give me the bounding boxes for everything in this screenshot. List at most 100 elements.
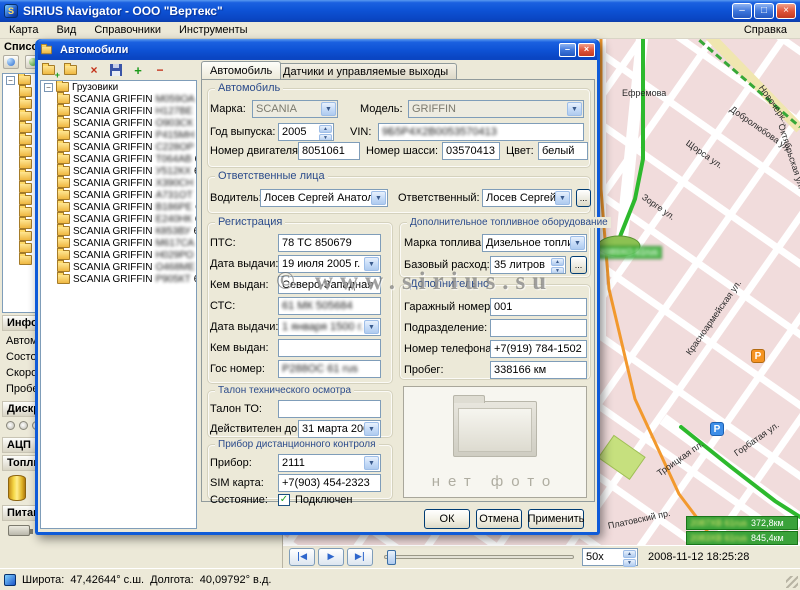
division-field[interactable] — [490, 319, 587, 337]
chevron-down-icon[interactable]: ▼ — [567, 102, 582, 116]
vehicle-distance-badge[interactable]: 2087ХВ 61rus 372,8км — [686, 516, 798, 530]
chevron-down-icon[interactable]: ▼ — [364, 320, 379, 334]
apply-button[interactable]: Применить — [528, 509, 584, 529]
save-button[interactable] — [106, 61, 126, 79]
chevron-down-icon[interactable]: ▼ — [371, 191, 386, 205]
timeline-slider[interactable] — [384, 555, 574, 559]
garage-number-field[interactable]: 001 — [490, 298, 587, 316]
inspection-ticket-field[interactable] — [278, 400, 381, 418]
base-consumption-stepper[interactable]: 35 литров ▲▼ — [490, 256, 566, 274]
vehicle-marker-label[interactable]: Х089ХО 61rus — [595, 246, 662, 259]
open-folder-button[interactable] — [62, 61, 82, 79]
vehicle-tree-item[interactable]: SCANIA GRIFFIN Р905КТ 61rus — [41, 273, 196, 285]
speed-spinner[interactable]: ▲▼ — [623, 550, 636, 564]
delete-button[interactable]: × — [84, 61, 104, 79]
collapse-icon[interactable]: − — [44, 83, 53, 92]
ok-button[interactable]: ОК — [424, 509, 470, 529]
pts-issuer-field[interactable]: Северо-Западная акционерн — [278, 276, 381, 294]
new-group-button[interactable]: + — [40, 61, 60, 79]
cancel-button[interactable]: Отмена — [476, 509, 522, 529]
color-field[interactable]: белый — [538, 142, 588, 160]
year-stepper[interactable]: 2005 ▲▼ — [278, 123, 334, 141]
step-back-icon[interactable]: |◀ — [289, 548, 315, 566]
pts-field[interactable]: 78 ТС 850679 — [278, 234, 381, 252]
folder-icon — [19, 195, 32, 205]
vehicle-distance-badge[interactable]: 2083ХВ 61rus 845,4км — [686, 531, 798, 545]
vin-field[interactable]: 9Б5Р4Х2В0053570413 — [378, 123, 584, 141]
vehicle-tree-item[interactable]: SCANIA GRIFFIN Т064АВ 61rus — [41, 153, 196, 165]
chevron-down-icon[interactable]: ▼ — [364, 422, 379, 436]
mileage-field[interactable]: 338166 км — [490, 361, 587, 379]
resize-grip[interactable] — [786, 576, 798, 588]
tab-sensors[interactable]: Датчики и управляемые выходы — [274, 63, 457, 79]
consumption-more-button[interactable]: ... — [570, 256, 587, 274]
chevron-down-icon[interactable]: ▼ — [364, 257, 379, 271]
maximize-button[interactable]: □ — [754, 3, 774, 19]
vehicle-tree-item[interactable]: SCANIA GRIFFIN К853ВУ 61rus — [41, 225, 196, 237]
vehicle-tree-item[interactable]: SCANIA GRIFFIN С228ОР 61rus — [41, 141, 196, 153]
sim-field[interactable]: +7(903) 454-2323 — [278, 474, 381, 492]
chassis-number-field[interactable]: 03570413 — [442, 142, 500, 160]
device-select[interactable]: 2111▼ — [278, 454, 381, 472]
vehicle-tree-item[interactable]: SCANIA GRIFFIN Х390СН 61rus — [41, 177, 196, 189]
dialog-minimize-button[interactable]: – — [559, 43, 576, 57]
vehicle-tree-item[interactable]: SCANIA GRIFFIN М059ОА 61rus — [41, 93, 196, 105]
menu-help[interactable]: Справка — [735, 23, 796, 37]
vehicle-tree-item[interactable]: SCANIA GRIFFIN А731ОТ 61rus — [41, 189, 196, 201]
speed-select[interactable]: 50x ▲▼ — [582, 548, 638, 566]
spinner[interactable]: ▲▼ — [319, 125, 332, 139]
chevron-down-icon[interactable]: ▼ — [570, 236, 585, 250]
play-icon[interactable]: ▶ — [318, 548, 344, 566]
chevron-down-icon[interactable]: ▼ — [321, 102, 336, 116]
brand-select[interactable]: SCANIA▼ — [252, 100, 338, 118]
tab-vehicle[interactable]: Автомобиль — [201, 61, 281, 79]
chevron-down-icon[interactable]: ▼ — [364, 456, 379, 470]
sts-issuer-field[interactable] — [278, 339, 381, 357]
chevron-down-icon[interactable]: ▼ — [555, 191, 570, 205]
close-button[interactable]: × — [776, 3, 796, 19]
vehicle-tree-item[interactable]: SCANIA GRIFFIN О903СК 61rus — [41, 117, 196, 129]
parking-icon[interactable]: P — [751, 349, 765, 363]
dialog-vehicle-tree[interactable]: − Грузовики SCANIA GRIFFIN М059ОА 61rus — [40, 80, 197, 529]
vehicle-tree-item[interactable]: SCANIA GRIFFIN Р415МН 61rus — [41, 129, 196, 141]
view-icon[interactable] — [3, 55, 19, 69]
tree-root[interactable]: − Грузовики — [41, 81, 196, 93]
sts-label: СТС: — [210, 300, 235, 312]
driver-select[interactable]: Лосев Сергей Анатоль▼ — [260, 189, 388, 207]
sts-field[interactable]: 61 МК 505684 — [278, 297, 381, 315]
menu-directories[interactable]: Справочники — [85, 23, 170, 37]
phone-number-field[interactable]: +7(919) 784-1502 — [490, 340, 587, 358]
spinner[interactable]: ▲▼ — [551, 258, 564, 272]
vehicle-tree-item[interactable]: SCANIA GRIFFIN Е240НК 61rus — [41, 213, 196, 225]
remove-vehicle-button[interactable]: − — [150, 61, 170, 79]
sts-date-picker[interactable]: 1 января 1500 г.▼ — [278, 318, 381, 336]
gov-plate-field[interactable]: Р288ОС 61 rus — [278, 360, 381, 378]
pts-date-picker[interactable]: 19 июля 2005 г.▼ — [278, 255, 381, 273]
collapse-icon[interactable]: − — [6, 76, 15, 85]
vehicle-tree-item[interactable]: SCANIA GRIFFIN Н127ВЕ 61rus — [41, 105, 196, 117]
step-forward-icon[interactable]: ▶| — [347, 548, 373, 566]
menu-map[interactable]: Карта — [0, 23, 47, 37]
dialog-close-button[interactable]: × — [578, 43, 595, 57]
vehicle-tree-item[interactable]: SCANIA GRIFFIN Н029РО 61rus — [41, 249, 196, 261]
vehicle-tree-item[interactable]: SCANIA GRIFFIN В186РЕ 61rus — [41, 201, 196, 213]
fuel-brand-select[interactable]: Дизельное топливо▼ — [482, 234, 587, 252]
folder-icon — [19, 243, 32, 253]
responsible-select[interactable]: Лосев Сергей Анатоль▼ — [482, 189, 572, 207]
vehicle-tree-item[interactable]: SCANIA GRIFFIN У512КХ 61rus — [41, 165, 196, 177]
minimize-button[interactable]: – — [732, 3, 752, 19]
vehicle-folder-icon — [57, 262, 70, 272]
responsible-more-button[interactable]: ... — [576, 189, 591, 207]
menu-tools[interactable]: Инструменты — [170, 23, 257, 37]
vehicle-tree-item[interactable]: SCANIA GRIFFIN О468МЕ 61rus — [41, 261, 196, 273]
connected-checkbox[interactable]: ✓ — [278, 494, 290, 506]
add-vehicle-button[interactable]: + — [128, 61, 148, 79]
vehicle-tree-item[interactable]: SCANIA GRIFFIN М617СА 61rus — [41, 237, 196, 249]
parking-icon[interactable]: P — [710, 422, 724, 436]
engine-number-field[interactable]: 8051061 — [298, 142, 360, 160]
model-select[interactable]: GRIFFIN▼ — [408, 100, 584, 118]
valid-until-picker[interactable]: 31 марта 2009 г.▼ — [298, 420, 381, 438]
tree-root-label: Грузовики — [72, 82, 118, 93]
slider-thumb[interactable] — [387, 550, 396, 565]
menu-view[interactable]: Вид — [47, 23, 85, 37]
